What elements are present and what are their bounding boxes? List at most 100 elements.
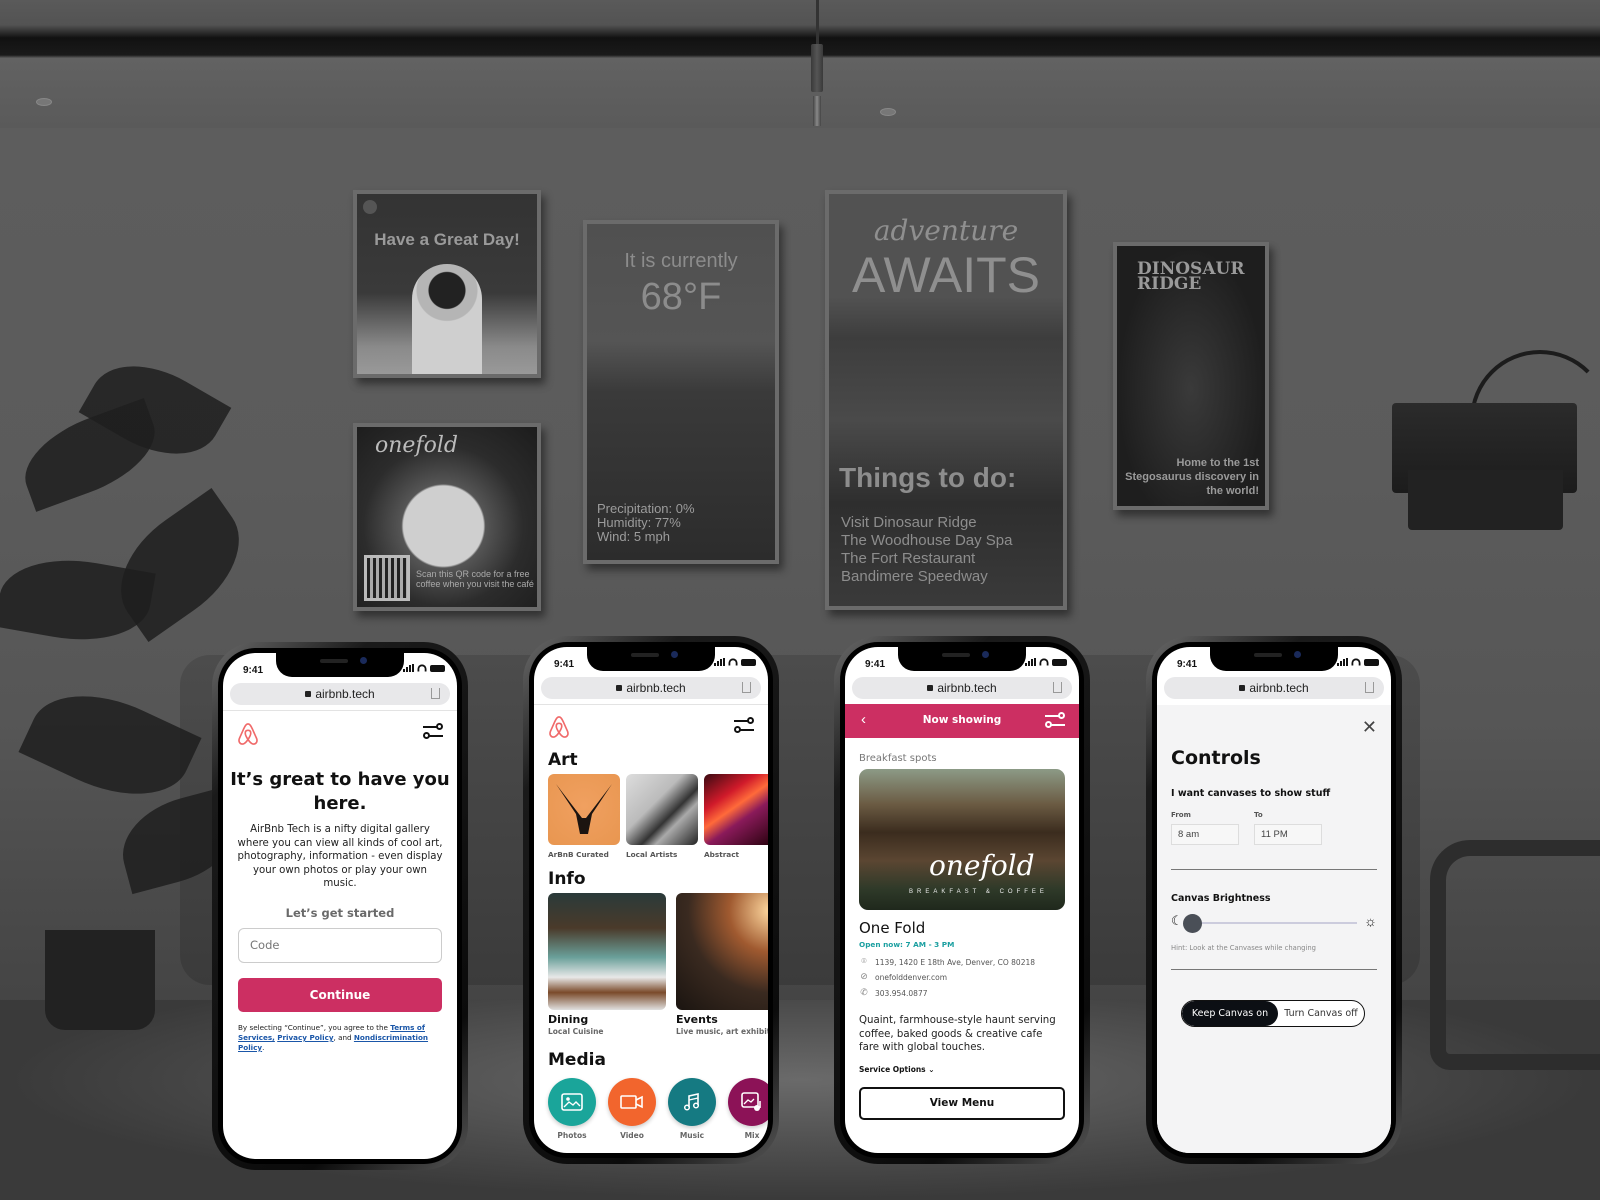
- privacy-link[interactable]: Privacy Policy: [277, 1033, 333, 1042]
- media-button-video[interactable]: [608, 1078, 656, 1126]
- settings-sliders-icon[interactable]: [734, 717, 754, 735]
- art-thumb-local[interactable]: [626, 774, 698, 845]
- weather-humidity: Humidity: 77%: [597, 515, 681, 530]
- info-thumb-dining[interactable]: [548, 893, 666, 1010]
- from-time-input[interactable]: 8 am: [1171, 824, 1239, 845]
- venue-address-row: ⌾ 1139, 1420 E 18th Ave, Denver, CO 80218: [859, 957, 1035, 967]
- weather-stats: Precipitation: 0% Humidity: 77% Wind: 5 …: [597, 502, 695, 544]
- media-label: Video: [620, 1131, 644, 1140]
- keep-canvas-on-option[interactable]: Keep Canvas on: [1182, 1001, 1278, 1026]
- phone-controls: 9:41 airbnb.tech ✕ Controls I want canva…: [1146, 636, 1402, 1164]
- brightness-slider-track[interactable]: [1191, 922, 1357, 924]
- to-time-input[interactable]: 11 PM: [1254, 824, 1322, 845]
- divider: [1171, 869, 1377, 870]
- plant-leaf: [18, 670, 202, 820]
- address-bar[interactable]: airbnb.tech: [541, 677, 761, 699]
- canvas-photo-person: [412, 264, 482, 374]
- canvas-title: Have a Great Day!: [374, 230, 520, 249]
- share-icon[interactable]: [431, 688, 440, 699]
- airbnb-logo-icon[interactable]: [237, 721, 259, 747]
- code-input[interactable]: Code: [238, 928, 442, 963]
- media-button-mix[interactable]: [728, 1078, 768, 1126]
- phone-notch: [1210, 647, 1338, 671]
- media-button-music[interactable]: [668, 1078, 716, 1126]
- armchair: [1430, 840, 1600, 1070]
- status-time: 9:41: [243, 665, 264, 676]
- share-icon[interactable]: [742, 682, 751, 693]
- url-text: airbnb.tech: [937, 681, 997, 695]
- venue-website-row[interactable]: ⊘ onefolddenver.com: [859, 972, 947, 982]
- settings-sliders-icon[interactable]: [423, 723, 443, 741]
- share-icon[interactable]: [1365, 682, 1374, 693]
- continue-button[interactable]: Continue: [238, 978, 442, 1012]
- info-title: Events: [676, 1013, 718, 1026]
- venue-hours: Open now: 7 AM - 3 PM: [859, 940, 955, 949]
- wifi-icon: [728, 658, 738, 666]
- section-title-art: Art: [548, 750, 578, 770]
- settings-sliders-icon[interactable]: [1045, 712, 1065, 730]
- controls-title: Controls: [1171, 747, 1261, 769]
- art-thumb-curated[interactable]: [548, 774, 620, 845]
- schedule-question: I want canvases to show stuff: [1171, 788, 1331, 799]
- battery-icon: [430, 664, 445, 672]
- onefold-tagline: BREAKFAST & COFFEE: [909, 889, 1048, 895]
- chevron-down-icon: ⌄: [928, 1065, 935, 1074]
- image-music-icon: [741, 1092, 761, 1111]
- battery-icon: [1052, 658, 1067, 666]
- status-time: 9:41: [554, 659, 575, 670]
- things-to-do-title: Things to do:: [839, 462, 1017, 493]
- info-thumb-events[interactable]: [676, 893, 768, 1010]
- address-bar[interactable]: airbnb.tech: [852, 677, 1072, 699]
- address-bar[interactable]: airbnb.tech: [230, 683, 450, 705]
- phone-screen: 9:41 airbnb.tech Art ArBnB Curated Local…: [534, 647, 768, 1153]
- service-options-toggle[interactable]: Service Options ⌄: [859, 1065, 935, 1074]
- phone-now-showing: 9:41 airbnb.tech ‹ Now showing Breakfast…: [834, 636, 1090, 1164]
- camera-icon: [982, 651, 989, 658]
- url-text: airbnb.tech: [626, 681, 686, 695]
- close-icon[interactable]: ✕: [1362, 717, 1377, 738]
- canvas-dinosaur-ridge: DINOSAUR RIDGE Home to the 1st Stegosaur…: [1113, 242, 1269, 510]
- venue-phone[interactable]: 303.954.0877: [875, 989, 928, 998]
- url-text: airbnb.tech: [1249, 681, 1309, 695]
- pendant-cord: [816, 0, 819, 48]
- venue-description: Quaint, farmhouse-style haunt serving co…: [859, 1015, 1056, 1053]
- things-to-do-item: The Woodhouse Day Spa: [841, 532, 1013, 549]
- media-label: Photos: [557, 1131, 587, 1140]
- canvas-adventure: adventure AWAITS Things to do: Visit Din…: [825, 190, 1067, 610]
- divider: [534, 704, 768, 705]
- url-text: airbnb.tech: [315, 687, 375, 701]
- venue-phone-row[interactable]: ✆ 303.954.0877: [859, 988, 928, 998]
- phone-browse: 9:41 airbnb.tech Art ArBnB Curated Local…: [523, 636, 779, 1164]
- phone-notch: [898, 647, 1026, 671]
- venue-photo[interactable]: onefold BREAKFAST & COFFEE: [859, 769, 1065, 910]
- media-button-photos[interactable]: [548, 1078, 596, 1126]
- qr-code: [364, 555, 410, 601]
- wifi-icon: [1039, 658, 1049, 666]
- turn-canvas-off-option[interactable]: Turn Canvas off: [1278, 1001, 1364, 1026]
- things-to-do-list: Visit Dinosaur Ridge The Woodhouse Day S…: [841, 514, 1013, 586]
- phone-screen: 9:41 airbnb.tech ✕ Controls I want canva…: [1157, 647, 1391, 1153]
- image-icon: [561, 1093, 583, 1111]
- moon-icon: ☾: [1171, 913, 1183, 928]
- address-bar[interactable]: airbnb.tech: [1164, 677, 1384, 699]
- spotify-icon: [363, 200, 377, 214]
- art-thumb-abstract[interactable]: [704, 774, 768, 845]
- legal-suffix: .: [262, 1043, 265, 1052]
- brightness-slider-thumb[interactable]: [1183, 914, 1202, 933]
- camera-icon: [360, 657, 367, 664]
- share-icon[interactable]: [1053, 682, 1062, 693]
- venue-website[interactable]: onefolddenver.com: [875, 973, 947, 982]
- airbnb-logo-icon[interactable]: [548, 714, 570, 740]
- weather-precipitation: Precipitation: 0%: [597, 501, 695, 516]
- signal-icon: [714, 658, 725, 666]
- adventure-script: adventure: [873, 214, 1019, 247]
- things-to-do-item: Visit Dinosaur Ridge: [841, 514, 977, 531]
- things-to-do-item: The Fort Restaurant: [841, 550, 976, 567]
- venue-address: 1139, 1420 E 18th Ave, Denver, CO 80218: [875, 957, 1036, 967]
- music-note-icon: [683, 1093, 700, 1111]
- view-menu-button[interactable]: View Menu: [859, 1087, 1065, 1120]
- lock-icon: [927, 685, 934, 691]
- camera-icon: [671, 651, 678, 658]
- status-time: 9:41: [1177, 659, 1198, 670]
- canvas-onefold-promo: onefold Scan this QR code for a free cof…: [353, 423, 541, 611]
